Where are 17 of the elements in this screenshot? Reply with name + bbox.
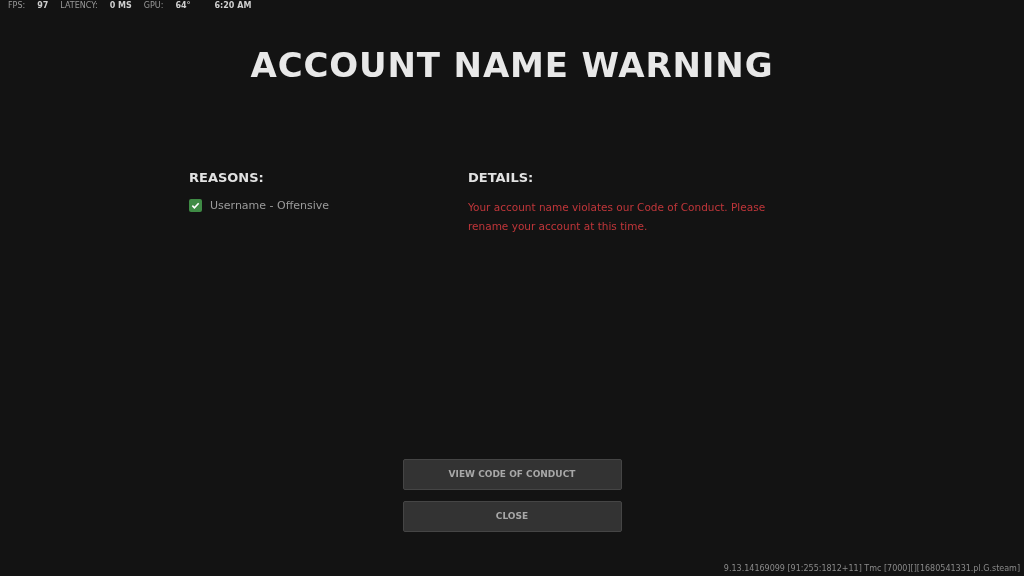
stat-label: LATENCY:: [60, 0, 98, 12]
page-title: ACCOUNT NAME WARNING: [249, 48, 775, 82]
checkbox[interactable]: [189, 199, 202, 213]
stat-label: GPU:: [143, 0, 164, 12]
stat-value: 97: [37, 0, 49, 12]
details-heading: DETAILS:: [468, 169, 535, 187]
build-info: 9.13.14169099 [91:255:1812+11] Tmc [7000][][1680541331.pl.G.steam]: [723, 563, 1020, 575]
view-code-of-conduct-button[interactable]: VIEW CODE OF CONDUCT: [402, 459, 622, 490]
details-text: Your account name violates our Code of Conduct. Please rename your account at this time.: [468, 199, 767, 234]
check-icon: [191, 201, 200, 211]
stat-value: 64°: [175, 0, 191, 12]
reasons-heading: REASONS:: [189, 169, 265, 187]
clock-time: 6:20 AM: [214, 0, 252, 12]
close-button[interactable]: CLOSE: [402, 501, 622, 532]
reason-label: Username - Offensive: [210, 197, 330, 214]
stat-label: FPS:: [8, 0, 26, 12]
stat-value: 0 MS: [109, 0, 132, 12]
